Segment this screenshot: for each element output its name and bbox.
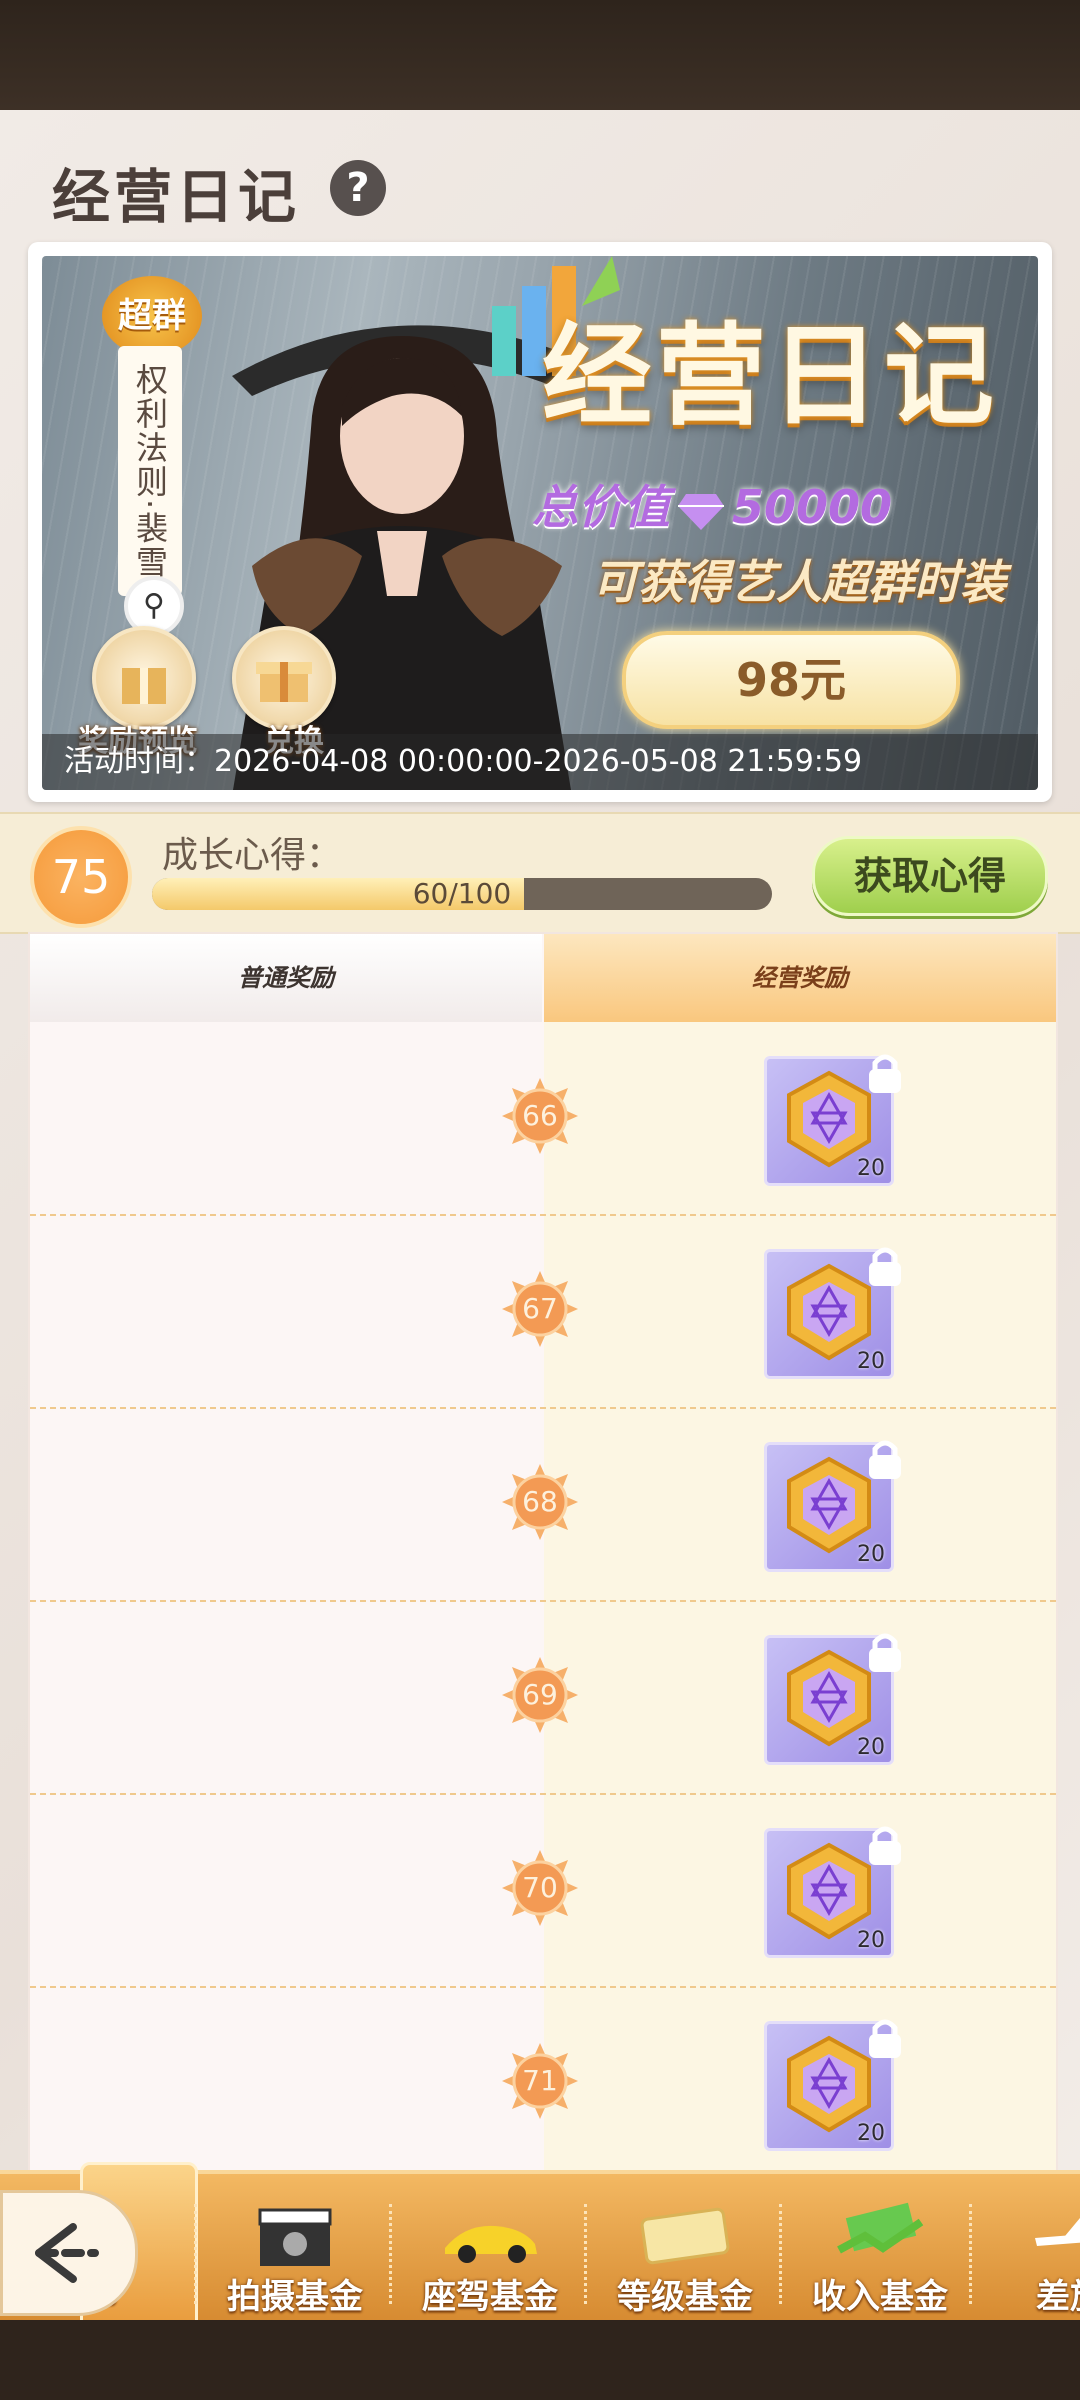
reward-row: 69 20 xyxy=(30,1601,1056,1795)
level-marker: 69 xyxy=(500,1655,580,1735)
reward-preview-button[interactable] xyxy=(92,626,196,730)
bottom-strip xyxy=(0,2320,1080,2400)
back-button[interactable] xyxy=(0,2190,138,2316)
banner-image: 超群 权利法则·裴雪 ⚲ 奖励预览 兑换 经营日记 xyxy=(42,256,1038,790)
nav-label: 拍摄基金 xyxy=(227,2277,363,2317)
growth-label: 成长心得： xyxy=(162,835,343,876)
level-number: 69 xyxy=(522,1678,558,1711)
reward-item[interactable]: 20 xyxy=(764,1247,901,1379)
level-marker: 70 xyxy=(500,1848,580,1928)
level-number: 66 xyxy=(522,1099,558,1132)
reward-table: 普通奖励 经营奖励 66 20 67 20 68 20 69 20 70 20 71 20 xyxy=(28,932,1058,2182)
nav-label: 差旅 xyxy=(1036,2277,1080,2317)
nav-item[interactable]: 收入基金 xyxy=(785,2174,975,2324)
reward-item[interactable]: 20 xyxy=(764,1826,901,1958)
question-icon[interactable]: ? xyxy=(330,160,386,216)
level-marker: 71 xyxy=(500,2041,580,2121)
event-time: 活动时间：2026-04-08 00:00:00-2026-05-08 21:5… xyxy=(42,734,1038,790)
fashion-reward-text: 可获得艺人超群时装 xyxy=(592,555,1006,609)
artist-name-scroll: 权利法则·裴雪 xyxy=(118,346,182,596)
item-quantity: 20 xyxy=(857,1928,885,1953)
lock-icon xyxy=(869,2019,901,2058)
reward-row: 66 20 xyxy=(30,1022,1056,1216)
item-quantity: 20 xyxy=(857,2121,885,2146)
get-experience-button[interactable]: 获取心得 xyxy=(812,836,1048,916)
top-bar xyxy=(0,0,1080,110)
level-marker: 68 xyxy=(500,1462,580,1542)
lock-icon xyxy=(869,1826,901,1865)
airplane-icon xyxy=(1035,2218,1080,2246)
level-marker: 67 xyxy=(500,1269,580,1349)
clapperboard-icon xyxy=(258,2208,332,2266)
diamond-icon xyxy=(678,493,724,530)
back-arrow-icon xyxy=(35,2223,99,2283)
progress-bar: 60/100 xyxy=(152,878,772,910)
lock-icon xyxy=(869,1054,901,1093)
level-number: 67 xyxy=(522,1292,558,1325)
total-value: 50000 xyxy=(732,480,893,534)
sports-car-icon xyxy=(445,2225,537,2263)
item-quantity: 20 xyxy=(857,1349,885,1374)
nav-item[interactable]: 差旅 xyxy=(975,2174,1080,2324)
normal-reward-header: 普通奖励 xyxy=(30,934,542,1022)
business-reward-header: 经营奖励 xyxy=(544,934,1056,1022)
level-number: 71 xyxy=(522,2064,558,2097)
event-banner: 超群 权利法则·裴雪 ⚲ 奖励预览 兑换 经营日记 xyxy=(28,242,1052,802)
exchange-button[interactable] xyxy=(232,626,336,730)
level-number: 70 xyxy=(522,1871,558,1904)
nav-label: 收入基金 xyxy=(812,2277,948,2317)
nav-item[interactable]: 等级基金 xyxy=(590,2174,780,2324)
bottom-nav: 记 拍摄基金座驾基金等级基金收入基金差旅 xyxy=(0,2162,1080,2332)
lock-icon xyxy=(869,1633,901,1672)
total-value-label: 总价值 xyxy=(532,480,670,534)
nav-item[interactable]: 座驾基金 xyxy=(395,2174,585,2324)
item-quantity: 20 xyxy=(857,1542,885,1567)
purchase-button[interactable]: 98元 xyxy=(622,631,960,729)
banner-title: 经营日记 xyxy=(542,312,998,440)
ticket-icon xyxy=(640,2207,730,2265)
page-title: 经营日记 xyxy=(52,163,301,231)
gift-preview-icon xyxy=(122,668,166,704)
reward-row: 67 20 xyxy=(30,1215,1056,1409)
level-marker: 66 xyxy=(500,1076,580,1156)
progress-text: 60/100 xyxy=(412,878,512,910)
nav-item[interactable]: 拍摄基金 xyxy=(200,2174,390,2324)
nav-label: 等级基金 xyxy=(617,2277,753,2317)
reward-row: 71 20 xyxy=(30,1987,1056,2181)
gift-box-icon xyxy=(256,662,312,702)
nav-label: 座驾基金 xyxy=(422,2277,558,2317)
reward-item[interactable]: 20 xyxy=(764,1440,901,1572)
lock-icon xyxy=(869,1440,901,1479)
artist-badge: 超群 权利法则·裴雪 ⚲ xyxy=(102,276,202,636)
reward-row: 68 20 xyxy=(30,1408,1056,1602)
level-number: 68 xyxy=(522,1485,558,1518)
money-icon xyxy=(837,2202,924,2254)
level-badge: 75 xyxy=(30,826,132,928)
reward-row: 70 20 xyxy=(30,1794,1056,1988)
item-quantity: 20 xyxy=(857,1735,885,1760)
reward-item[interactable]: 20 xyxy=(764,1633,901,1765)
super-badge: 超群 xyxy=(102,276,202,356)
total-value-line: 总价值 50000 xyxy=(532,471,892,537)
reward-item[interactable]: 20 xyxy=(764,1054,901,1186)
reward-item[interactable]: 20 xyxy=(764,2019,901,2151)
lock-icon xyxy=(869,1247,901,1286)
growth-bar: 75 成长心得： 60/100 获取心得 xyxy=(0,812,1080,934)
item-quantity: 20 xyxy=(857,1156,885,1181)
